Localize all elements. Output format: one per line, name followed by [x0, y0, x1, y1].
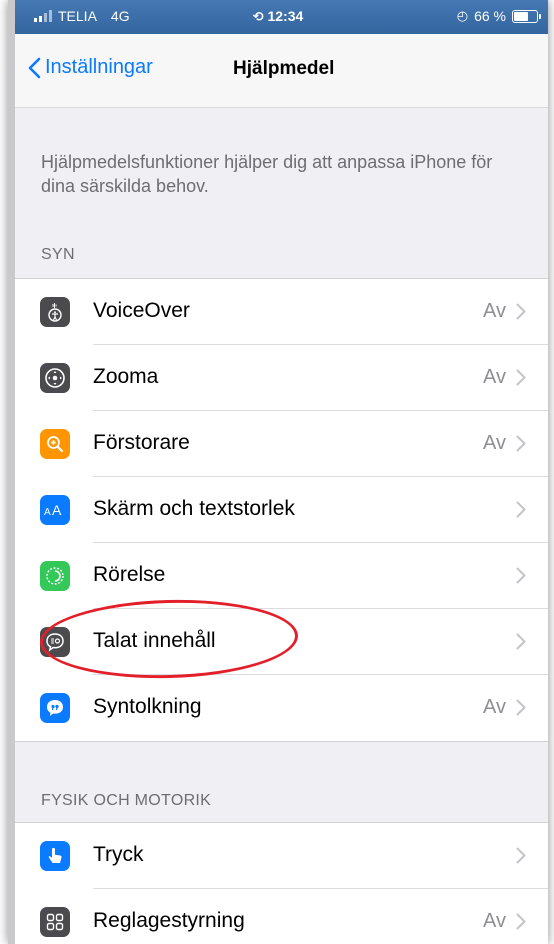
text-size-icon: AA: [40, 495, 70, 525]
battery-percent: 66 %: [474, 8, 506, 24]
setting-row-forstorare[interactable]: Förstorare Av: [8, 411, 548, 477]
chevron-right-icon: [516, 913, 526, 930]
setting-label: Rörelse: [93, 563, 166, 586]
setting-row-zooma[interactable]: Zooma Av: [8, 345, 548, 411]
setting-label: Syntolkning: [93, 695, 202, 718]
speech-icon: [40, 627, 70, 657]
rotation-lock-icon: ⟲: [252, 9, 264, 24]
motion-icon: [40, 561, 70, 591]
chevron-right-icon: [516, 847, 526, 864]
alarm-icon: ◴: [456, 8, 469, 23]
chevron-right-icon: [516, 567, 526, 584]
navigation-bar: Inställningar Hjälpmedel: [8, 34, 548, 108]
setting-label: Tryck: [93, 843, 144, 866]
chevron-right-icon: [516, 699, 526, 716]
setting-value: Av: [483, 910, 506, 932]
phone-screen: TELIA 4G ⟲ 12:34 ◴ 66 % Inställningar Hj…: [8, 0, 548, 944]
voiceover-icon: [40, 297, 70, 327]
setting-row-skarm-och-textstorlek[interactable]: AA Skärm och textstorlek: [8, 477, 548, 543]
page-description: Hjälpmedelsfunktioner hjälper dig att an…: [41, 152, 493, 196]
battery-icon: [512, 9, 541, 23]
chevron-right-icon: [516, 369, 526, 386]
setting-row-reglagestyrning[interactable]: Reglagestyrning Av: [8, 889, 548, 944]
magnifier-icon: [40, 429, 70, 459]
section-header-syn: SYN: [41, 246, 75, 263]
back-label: Inställningar: [45, 56, 153, 78]
chevron-right-icon: [516, 435, 526, 452]
zoom-icon: [40, 363, 70, 393]
chevron-right-icon: [516, 501, 526, 518]
setting-row-rorelse[interactable]: Rörelse: [8, 543, 548, 609]
clock: 12:34: [267, 8, 304, 24]
setting-label: Skärm och textstorlek: [93, 497, 295, 520]
chevron-right-icon: [516, 303, 526, 320]
chevron-right-icon: [516, 633, 526, 650]
section-fysik-och-motorik: Tryck Reglagestyrning Av: [8, 822, 548, 944]
setting-label: Reglagestyrning: [93, 909, 245, 932]
switch-control-icon: [40, 907, 70, 937]
setting-value: Av: [483, 696, 506, 718]
setting-label: Zooma: [93, 365, 159, 388]
section-header-fysik-och-motorik: FYSIK OCH MOTORIK: [41, 792, 212, 809]
back-button[interactable]: Inställningar: [28, 56, 153, 79]
setting-value: Av: [483, 366, 506, 388]
setting-label: VoiceOver: [93, 299, 190, 322]
touch-icon: [40, 841, 70, 871]
setting-value: Av: [483, 300, 506, 322]
svg-text:A: A: [52, 502, 62, 518]
status-bar: TELIA 4G ⟲ 12:34 ◴ 66 %: [8, 0, 548, 34]
audio-description-icon: [40, 693, 70, 723]
section-syn: VoiceOver Av Zooma Av Förstorare Av A A …: [8, 278, 548, 742]
chevron-left-icon: [28, 57, 41, 78]
setting-row-voiceover[interactable]: VoiceOver Av: [8, 279, 548, 345]
setting-row-syntolkning[interactable]: Syntolkning Av: [8, 675, 548, 741]
page-title: Hjälpmedel: [233, 58, 335, 79]
setting-label: Talat innehåll: [93, 629, 216, 652]
setting-row-talat-innehall[interactable]: Talat innehåll: [8, 609, 548, 675]
setting-row-tryck[interactable]: Tryck: [8, 823, 548, 889]
svg-text:A: A: [44, 507, 51, 518]
setting-label: Förstorare: [93, 431, 190, 454]
setting-value: Av: [483, 432, 506, 454]
